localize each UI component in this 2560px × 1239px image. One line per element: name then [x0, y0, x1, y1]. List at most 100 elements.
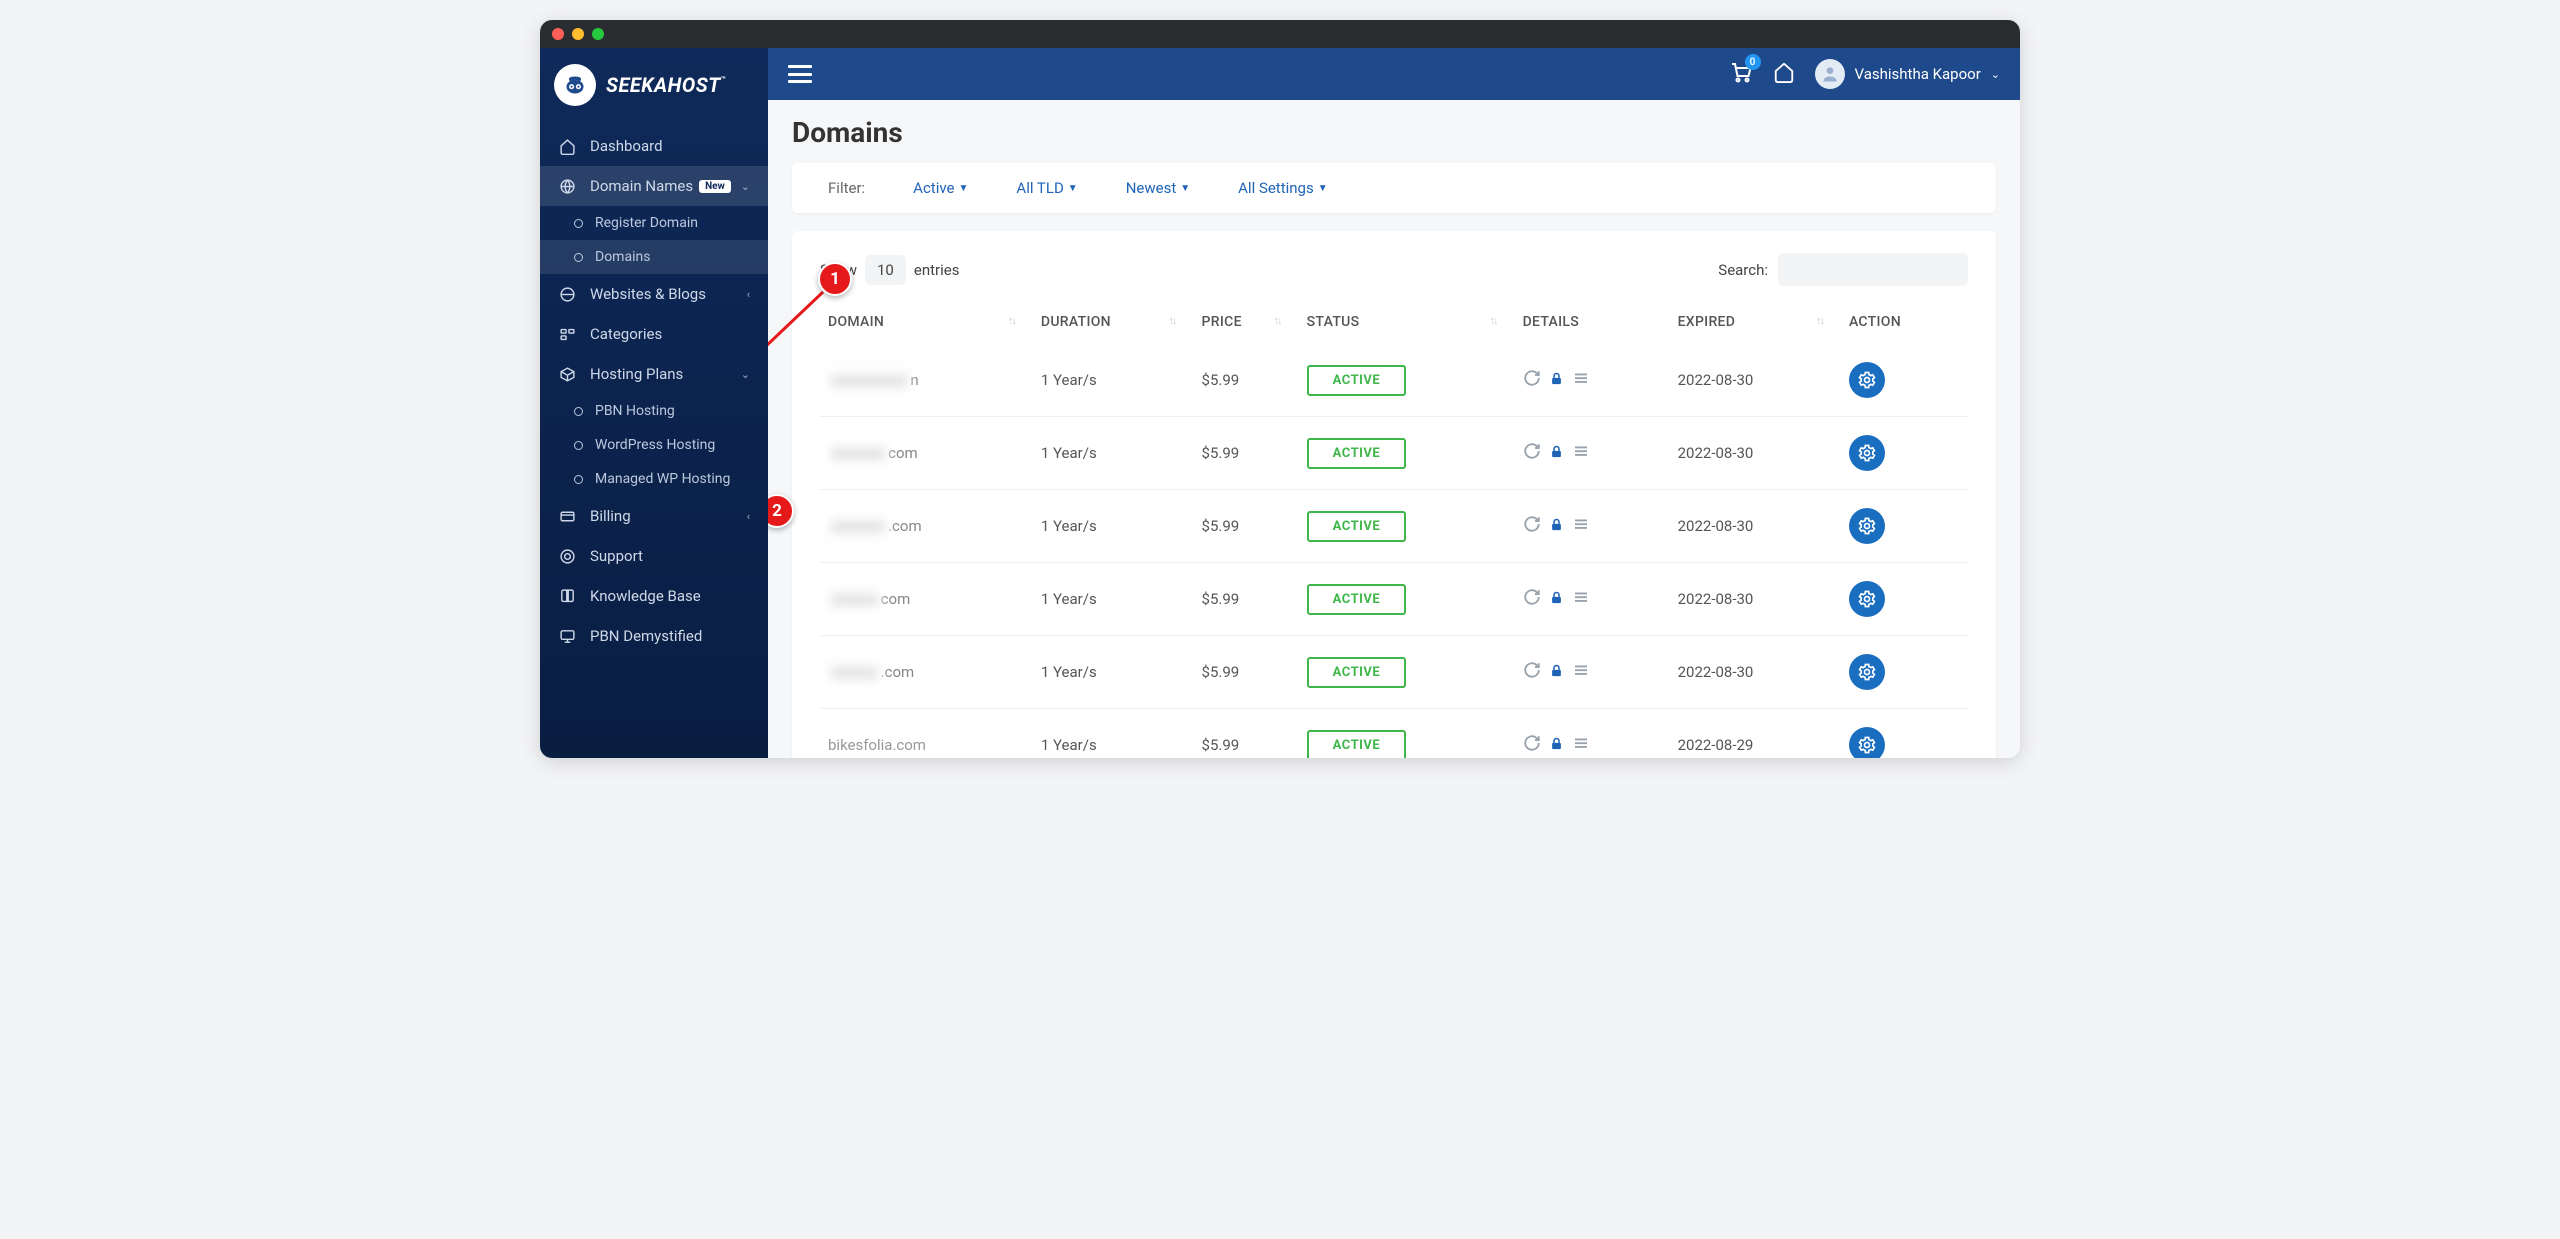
duration-cell: 1 Year/s — [1033, 636, 1194, 709]
settings-button[interactable] — [1849, 654, 1885, 690]
lock-icon[interactable] — [1549, 444, 1564, 463]
nav-sub-label: Managed WP Hosting — [595, 471, 730, 487]
caret-down-icon: ▼ — [1180, 183, 1190, 194]
nav-categories[interactable]: Categories — [540, 314, 768, 354]
price-cell: $5.99 — [1194, 490, 1299, 563]
nav-support[interactable]: Support — [540, 536, 768, 576]
cart-count-badge: 0 — [1745, 54, 1761, 70]
user-menu[interactable]: Vashishtha Kapoor ⌄ — [1815, 59, 2000, 89]
domain-cell: xxxxxx.com — [820, 636, 1033, 709]
action-cell — [1841, 709, 1968, 759]
menu-icon[interactable] — [1572, 734, 1590, 756]
settings-button[interactable] — [1849, 435, 1885, 471]
status-badge: ACTIVE — [1307, 438, 1407, 469]
brand-logo[interactable]: SEEKAHOST™ — [540, 48, 768, 126]
nav-dashboard[interactable]: Dashboard — [540, 126, 768, 166]
price-cell: $5.99 — [1194, 344, 1299, 417]
col-domain[interactable]: DOMAIN — [820, 304, 1033, 344]
table-row: xxxxxxxcom1 Year/s$5.99ACTIVE 2022-08-30 — [820, 417, 1968, 490]
refresh-icon[interactable] — [1523, 588, 1541, 610]
list-icon — [558, 326, 576, 343]
lock-icon[interactable] — [1549, 517, 1564, 536]
nav-label: Dashboard — [590, 137, 663, 155]
nav-billing[interactable]: Billing ‹ — [540, 496, 768, 536]
status-cell: ACTIVE — [1299, 563, 1515, 636]
nav-managed-wp-hosting[interactable]: Managed WP Hosting — [540, 462, 768, 496]
settings-button[interactable] — [1849, 581, 1885, 617]
col-action: ACTION — [1841, 304, 1968, 344]
domain-cell: xxxxxxx.com — [820, 490, 1033, 563]
action-cell — [1841, 563, 1968, 636]
filter-tld[interactable]: All TLD▼ — [1016, 179, 1077, 197]
nav-label: PBN Demystified — [590, 627, 702, 645]
lock-icon[interactable] — [1549, 590, 1564, 609]
topbar: 0 Vashishtha Kapoor ⌄ — [768, 48, 2020, 100]
status-badge: ACTIVE — [1307, 365, 1407, 396]
avatar — [1815, 59, 1845, 89]
expired-cell: 2022-08-30 — [1670, 490, 1841, 563]
bullet-icon — [574, 253, 583, 262]
menu-icon[interactable] — [1572, 442, 1590, 464]
filter-newest[interactable]: Newest▼ — [1126, 179, 1190, 197]
refresh-icon[interactable] — [1523, 369, 1541, 391]
nav-wordpress-hosting[interactable]: WordPress Hosting — [540, 428, 768, 462]
filter-active[interactable]: Active▼ — [913, 179, 968, 197]
nav-websites-blogs[interactable]: Websites & Blogs ‹ — [540, 274, 768, 314]
nav-label: Support — [590, 547, 643, 565]
price-cell: $5.99 — [1194, 563, 1299, 636]
menu-icon[interactable] — [1572, 588, 1590, 610]
menu-toggle-button[interactable] — [788, 65, 812, 83]
globe-icon — [558, 178, 576, 195]
cart-button[interactable]: 0 — [1729, 60, 1753, 88]
table-row: bikesfolia.com1 Year/s$5.99ACTIVE 2022-0… — [820, 709, 1968, 759]
settings-button[interactable] — [1849, 362, 1885, 398]
nav-sub-label: Domains — [595, 249, 650, 265]
duration-cell: 1 Year/s — [1033, 709, 1194, 759]
filter-settings[interactable]: All Settings▼ — [1238, 179, 1327, 197]
chevron-right-icon: ‹ — [747, 288, 750, 301]
home-button[interactable] — [1773, 61, 1795, 87]
nav-register-domain[interactable]: Register Domain — [540, 206, 768, 240]
nav-pbn-hosting[interactable]: PBN Hosting — [540, 394, 768, 428]
entries-count-select[interactable]: 10 — [865, 255, 906, 285]
settings-button[interactable] — [1849, 727, 1885, 758]
col-expired[interactable]: EXPIRED — [1670, 304, 1841, 344]
nav-label: Knowledge Base — [590, 587, 701, 605]
maximize-window-icon[interactable] — [592, 28, 604, 40]
search-label: Search: — [1718, 261, 1768, 279]
search-input[interactable] — [1778, 253, 1968, 286]
refresh-icon[interactable] — [1523, 515, 1541, 537]
refresh-icon[interactable] — [1523, 734, 1541, 756]
action-cell — [1841, 636, 1968, 709]
brand-name: SEEKAHOST™ — [606, 73, 726, 97]
menu-icon[interactable] — [1572, 661, 1590, 683]
details-cell — [1515, 563, 1670, 636]
box-icon — [558, 366, 576, 383]
menu-icon[interactable] — [1572, 515, 1590, 537]
lock-icon[interactable] — [1549, 663, 1564, 682]
minimize-window-icon[interactable] — [572, 28, 584, 40]
chevron-down-icon: ⌄ — [741, 180, 750, 193]
nav-label: Categories — [590, 325, 662, 343]
col-duration[interactable]: DURATION — [1033, 304, 1194, 344]
refresh-icon[interactable] — [1523, 442, 1541, 464]
settings-button[interactable] — [1849, 508, 1885, 544]
table-row: xxxxxx.com1 Year/s$5.99ACTIVE 2022-08-30 — [820, 636, 1968, 709]
logo-icon — [554, 64, 596, 106]
refresh-icon[interactable] — [1523, 661, 1541, 683]
book-icon — [558, 588, 576, 605]
user-name: Vashishtha Kapoor — [1855, 65, 1981, 83]
details-cell — [1515, 490, 1670, 563]
col-status[interactable]: STATUS — [1299, 304, 1515, 344]
close-window-icon[interactable] — [552, 28, 564, 40]
col-price[interactable]: PRICE — [1194, 304, 1299, 344]
nav-domain-names[interactable]: Domain Names New ⌄ — [540, 166, 768, 206]
menu-icon[interactable] — [1572, 369, 1590, 391]
nav-knowledge-base[interactable]: Knowledge Base — [540, 576, 768, 616]
col-details[interactable]: DETAILS — [1515, 304, 1670, 344]
lock-icon[interactable] — [1549, 736, 1564, 755]
lock-icon[interactable] — [1549, 371, 1564, 390]
nav-domains[interactable]: Domains — [540, 240, 768, 274]
nav-pbn-demystified[interactable]: PBN Demystified — [540, 616, 768, 656]
nav-hosting-plans[interactable]: Hosting Plans ⌄ — [540, 354, 768, 394]
